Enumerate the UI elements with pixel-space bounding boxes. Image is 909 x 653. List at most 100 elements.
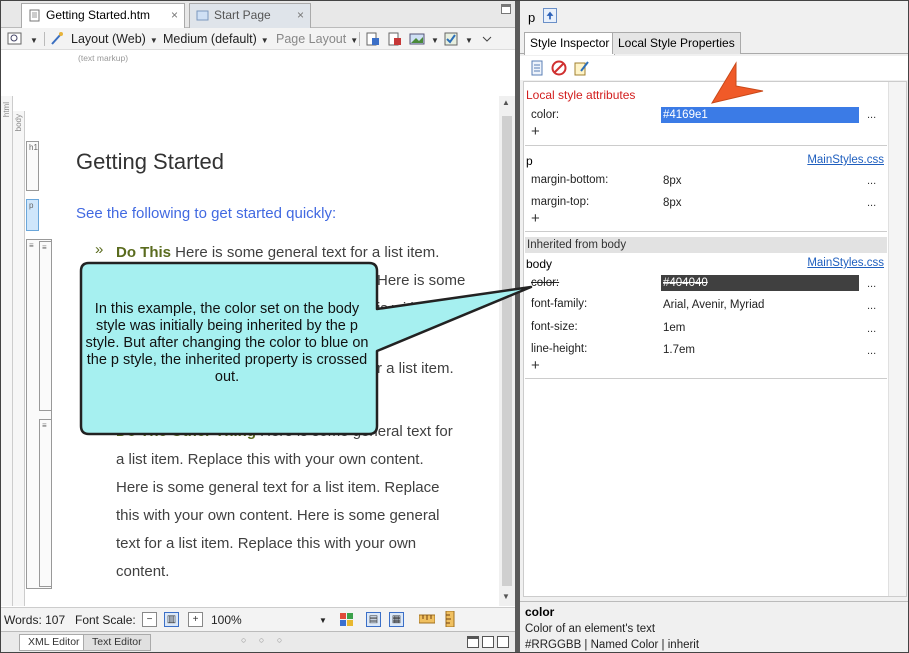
list-line: Do The Other Thing Here is some general … <box>116 423 453 440</box>
show-tags-icon[interactable] <box>365 31 381 47</box>
description-property-name: color <box>525 605 555 619</box>
line-height-more-button[interactable]: ... <box>867 345 876 357</box>
font-family-more-button[interactable]: ... <box>867 300 876 312</box>
scroll-up-icon[interactable]: ▲ <box>502 98 510 107</box>
font-family-value[interactable]: Arial, Avenir, Myriad <box>663 299 764 311</box>
font-size-prop: font-size: <box>531 321 578 333</box>
text-markup-label: (text markup) <box>78 53 129 63</box>
medium-dropdown[interactable]: Medium (default) ▼ <box>163 31 269 47</box>
bullet-icon: » <box>95 241 104 258</box>
bullet-icon: » <box>95 422 104 439</box>
single-view-icon[interactable] <box>497 636 509 648</box>
selected-tag: p <box>528 10 536 25</box>
conditions-dropdown[interactable]: ▼ <box>461 31 473 47</box>
structure-bar-html[interactable]: html <box>1 96 13 606</box>
image-icon[interactable] <box>409 31 425 47</box>
list-line: Do This Here is some general text for a … <box>116 244 440 261</box>
margin-bottom-more-button[interactable]: ... <box>867 175 876 187</box>
add-local-property-button[interactable]: + <box>531 123 540 140</box>
show-changes-icon[interactable] <box>387 31 403 47</box>
add-p-property-button[interactable]: + <box>531 210 540 227</box>
scroll-thumb[interactable] <box>502 116 512 586</box>
minimize-icon[interactable] <box>501 4 511 14</box>
vertical-ruler-icon[interactable] <box>444 611 456 627</box>
tab-style-inspector[interactable]: Style Inspector <box>524 32 616 55</box>
margin-top-more-button[interactable]: ... <box>867 197 876 209</box>
more-tools-icon[interactable] <box>479 31 495 47</box>
split-horizontal-icon[interactable] <box>467 636 479 648</box>
page-layout-dropdown[interactable]: Page Layout ▼ <box>276 31 358 47</box>
image-dropdown[interactable]: ▼ <box>427 31 439 47</box>
reset-zoom-icon[interactable]: ▥ <box>164 612 179 627</box>
structure-bar-body[interactable]: body <box>13 111 25 606</box>
structure-block-p[interactable]: p <box>26 199 39 231</box>
tab-local-style-properties[interactable]: Local Style Properties <box>612 32 741 54</box>
inspector-scrollbar[interactable] <box>888 82 906 596</box>
layout-icon <box>51 32 63 45</box>
list-line: text for a list item. Replace this with … <box>116 535 417 552</box>
local-style-title: Local style attributes <box>526 88 636 102</box>
intro-paragraph: See the following to get started quickly… <box>76 205 337 222</box>
scroll-down-icon[interactable]: ▼ <box>502 592 510 601</box>
show-structure-left-icon[interactable]: ▤ <box>366 612 381 627</box>
font-size-more-button[interactable]: ... <box>867 323 876 335</box>
style-properties-panel: Local style attributes color: #4169e1 ..… <box>523 81 907 597</box>
preview-dropdown[interactable]: ▼ <box>26 31 38 47</box>
close-icon[interactable]: × <box>297 4 304 27</box>
app-window: Getting Started.htm × Start Page × ▼ Lay… <box>0 0 909 653</box>
list-line: Here is some general text for a list ite… <box>116 479 440 496</box>
tab-xml-editor[interactable]: XML Editor <box>19 634 89 651</box>
zoom-level: 100% <box>211 613 242 627</box>
margin-bottom-value[interactable]: 8px <box>663 175 682 187</box>
tab-start-page[interactable]: Start Page × <box>189 3 311 28</box>
color-grid-icon[interactable] <box>339 612 354 627</box>
ruler-icon[interactable] <box>419 613 435 625</box>
callout-text: In this example, the color set on the bo… <box>85 301 369 385</box>
editor-mode-tabs: XML Editor Text Editor ○ ○ ○ <box>1 631 515 652</box>
style-inspector-pane: p Style Inspector Local Style Properties… <box>520 1 908 652</box>
line-height-value[interactable]: 1.7em <box>663 344 695 356</box>
preview-icon[interactable] <box>7 31 23 47</box>
local-color-value[interactable]: #4169e1 <box>661 107 859 123</box>
split-vertical-icon[interactable] <box>482 636 494 648</box>
inherited-color-more-button[interactable]: ... <box>867 278 876 290</box>
body-selector-title: body <box>526 257 553 271</box>
list-line: this with your own content. Here is some… <box>116 507 440 524</box>
add-body-property-button[interactable]: + <box>531 357 540 374</box>
edit-stylesheet-icon[interactable] <box>573 60 589 76</box>
structure-block-li-2[interactable]: ≡ <box>39 419 52 587</box>
list-line: r a list item. <box>377 360 454 377</box>
layout-dropdown[interactable]: Layout (Web) ▼ <box>71 31 158 47</box>
zoom-dropdown[interactable]: ▼ <box>319 616 327 625</box>
margin-top-value[interactable]: 8px <box>663 197 682 209</box>
description-values: #RRGGBB | Named Color | inherit <box>525 639 700 651</box>
inherited-color-value[interactable]: #404040 <box>661 275 859 291</box>
tab-label: Start Page <box>214 8 271 22</box>
zoom-out-button[interactable]: − <box>142 612 157 627</box>
css-file-icon[interactable] <box>529 60 545 76</box>
clear-styles-icon[interactable] <box>551 60 567 76</box>
inherited-color-prop: color: <box>531 277 560 289</box>
structure-block-li-1[interactable]: ≡ <box>39 241 52 411</box>
zoom-in-button[interactable]: + <box>188 612 203 627</box>
local-color-prop: color: <box>531 109 560 121</box>
body-label: body <box>14 114 23 132</box>
font-family-prop: font-family: <box>531 298 588 310</box>
inspector-tabs: Style Inspector Local Style Properties <box>520 32 908 55</box>
local-color-more-button[interactable]: ... <box>867 109 876 121</box>
description-text: Color of an element's text <box>525 623 656 635</box>
conditions-icon[interactable] <box>443 31 459 47</box>
splitter-grip-icon[interactable]: ○ ○ ○ <box>241 635 287 645</box>
p-stylesheet-link[interactable]: MainStyles.css <box>807 154 884 166</box>
body-stylesheet-link[interactable]: MainStyles.css <box>807 257 884 269</box>
inspector-toolbar <box>520 56 908 80</box>
show-structure-top-icon[interactable]: ▦ <box>389 612 404 627</box>
editor-scrollbar[interactable]: ▲ ▼ <box>499 96 515 606</box>
margin-top-prop: margin-top: <box>531 196 590 208</box>
tab-text-editor[interactable]: Text Editor <box>83 634 151 651</box>
close-icon[interactable]: × <box>171 4 178 27</box>
tab-getting-started[interactable]: Getting Started.htm × <box>21 3 185 29</box>
font-size-value[interactable]: 1em <box>663 322 685 334</box>
select-parent-icon[interactable] <box>543 8 557 23</box>
structure-block-h1[interactable]: h1 <box>26 141 39 191</box>
